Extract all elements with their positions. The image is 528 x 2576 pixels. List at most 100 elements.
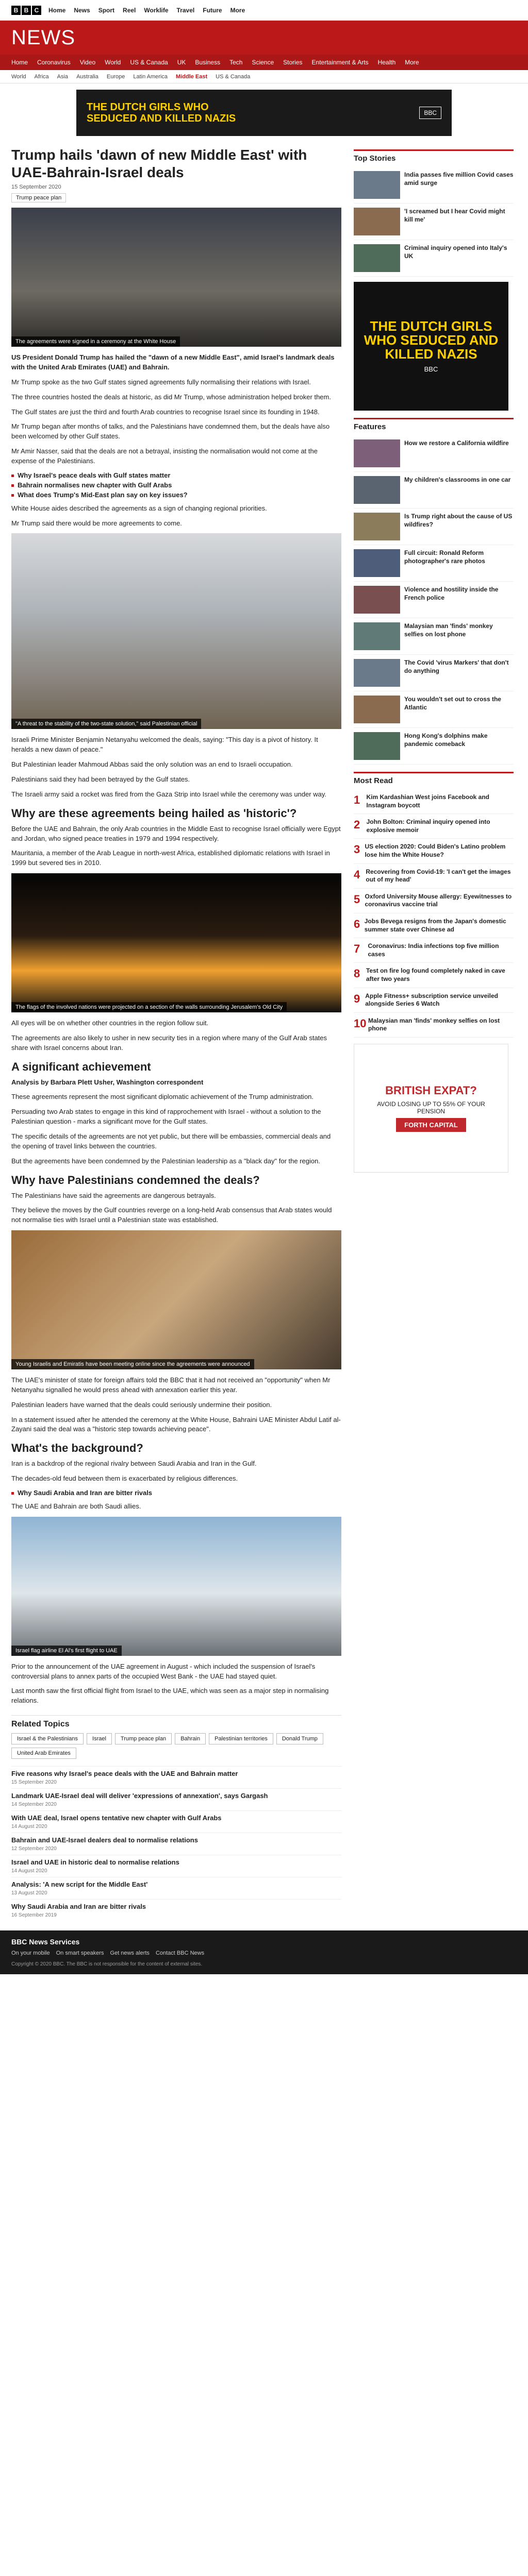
top-nav-item[interactable]: More [230, 7, 245, 14]
sub-nav-item[interactable]: Latin America [133, 74, 168, 80]
most-read-title[interactable]: Recovering from Covid-19: 'I can't get t… [366, 868, 514, 884]
section-nav-item[interactable]: Science [252, 59, 274, 66]
most-read-item[interactable]: 5 Oxford University Mouse allergy: Eyewit… [354, 889, 514, 913]
feature-title[interactable]: You wouldn't set out to cross the Atlant… [404, 696, 514, 723]
topic-tag[interactable]: United Arab Emirates [11, 1748, 76, 1759]
feature-item[interactable]: The Covid 'virus Markers' that don't do … [354, 655, 514, 691]
topic-tag[interactable]: Palestinian territories [209, 1733, 273, 1745]
related-item[interactable]: Israel and UAE in historic deal to norma… [11, 1855, 341, 1877]
most-read-item[interactable]: 7 Coronavirus: India infections top five … [354, 938, 514, 963]
most-read-title[interactable]: John Bolton: Criminal inquiry opened int… [367, 818, 514, 834]
bbc-logo[interactable]: BBC [11, 5, 41, 15]
sub-nav-item[interactable]: Asia [57, 74, 68, 80]
topic-tag[interactable]: Bahrain [175, 1733, 206, 1745]
related-item[interactable]: Five reasons why Israel's peace deals wi… [11, 1766, 341, 1788]
most-read-title[interactable]: Apple Fitness+ subscription service unve… [365, 992, 514, 1008]
sidebar-ad[interactable]: THE DUTCH GIRLS WHO SEDUCED AND KILLED N… [354, 282, 508, 411]
related-item[interactable]: Why Saudi Arabia and Iran are bitter riv… [11, 1899, 341, 1921]
top-story-title[interactable]: Criminal inquiry opened into Italy's UK [404, 244, 514, 272]
footer-link[interactable]: On smart speakers [56, 1950, 104, 1956]
top-ad-banner[interactable]: THE DUTCH GIRLS WHO SEDUCED AND KILLED N… [76, 90, 452, 136]
most-read-title[interactable]: Malaysian man 'finds' monkey selfies on … [368, 1017, 514, 1033]
feature-title[interactable]: Violence and hostility inside the French… [404, 586, 514, 614]
most-read-title[interactable]: Kim Kardashian West joins Facebook and I… [367, 793, 514, 809]
footer-link[interactable]: On your mobile [11, 1950, 50, 1956]
related-link[interactable]: Why Saudi Arabia and Iran are bitter riv… [11, 1489, 341, 1497]
feature-item[interactable]: How we restore a California wildfire [354, 435, 514, 472]
feature-title[interactable]: Is Trump right about the cause of US wil… [404, 513, 514, 540]
related-item[interactable]: With UAE deal, Israel opens tentative ne… [11, 1810, 341, 1833]
feature-item[interactable]: Is Trump right about the cause of US wil… [354, 509, 514, 545]
feature-title[interactable]: Hong Kong's dolphins make pandemic comeb… [404, 732, 514, 760]
top-story-item[interactable]: 'I screamed but I hear Covid might kill … [354, 204, 514, 240]
sub-nav-item[interactable]: Australia [76, 74, 98, 80]
top-nav-item[interactable]: Reel [123, 7, 136, 14]
feature-title[interactable]: Malaysian man 'finds' monkey selfies on … [404, 622, 514, 650]
sub-nav-item[interactable]: World [11, 74, 26, 80]
related-item-title[interactable]: Israel and UAE in historic deal to norma… [11, 1858, 341, 1866]
related-item-title[interactable]: With UAE deal, Israel opens tentative ne… [11, 1814, 341, 1822]
most-read-item[interactable]: 8 Test on fire log found completely naked… [354, 963, 514, 988]
most-read-item[interactable]: 4 Recovering from Covid-19: 'I can't get … [354, 864, 514, 889]
feature-title[interactable]: My children's classrooms in one car [404, 476, 510, 504]
sub-nav-item[interactable]: Africa [35, 74, 49, 80]
topic-tag[interactable]: Trump peace plan [11, 193, 67, 203]
related-item-title[interactable]: Landmark UAE-Israel deal will deliver 'e… [11, 1792, 341, 1800]
related-link[interactable]: What does Trump's Mid-East plan say on k… [11, 491, 341, 499]
section-nav-item[interactable]: Tech [229, 59, 242, 66]
feature-item[interactable]: Violence and hostility inside the French… [354, 582, 514, 618]
feature-title[interactable]: Full circuit: Ronald Reform photographer… [404, 549, 514, 577]
top-nav-item[interactable]: News [74, 7, 90, 14]
section-nav-item[interactable]: Business [195, 59, 220, 66]
related-link[interactable]: Bahrain normalises new chapter with Gulf… [11, 481, 341, 489]
top-nav-item[interactable]: Worklife [144, 7, 168, 14]
section-nav-item[interactable]: Stories [283, 59, 302, 66]
most-read-item[interactable]: 9 Apple Fitness+ subscription service unv… [354, 988, 514, 1013]
section-nav-item[interactable]: World [105, 59, 121, 66]
related-item-title[interactable]: Five reasons why Israel's peace deals wi… [11, 1770, 341, 1777]
sub-nav-item[interactable]: US & Canada [216, 74, 250, 80]
top-story-title[interactable]: India passes five million Covid cases am… [404, 171, 514, 199]
sub-nav-item[interactable]: Middle East [176, 74, 207, 80]
section-nav-item[interactable]: US & Canada [130, 59, 168, 66]
related-item[interactable]: Bahrain and UAE-Israel dealers deal to n… [11, 1833, 341, 1855]
most-read-title[interactable]: Coronavirus: India infections top five m… [368, 942, 514, 958]
most-read-item[interactable]: 10 Malaysian man 'finds' monkey selfies o… [354, 1013, 514, 1038]
footer-link[interactable]: Contact BBC News [156, 1950, 204, 1956]
section-nav-item[interactable]: Video [80, 59, 95, 66]
top-nav-item[interactable]: Home [48, 7, 65, 14]
related-item[interactable]: Landmark UAE-Israel deal will deliver 'e… [11, 1788, 341, 1810]
top-story-item[interactable]: India passes five million Covid cases am… [354, 167, 514, 204]
top-nav-item[interactable]: Sport [98, 7, 114, 14]
section-nav-item[interactable]: Health [378, 59, 396, 66]
feature-item[interactable]: My children's classrooms in one car [354, 472, 514, 509]
section-nav-item[interactable]: Entertainment & Arts [312, 59, 369, 66]
most-read-title[interactable]: Oxford University Mouse allergy: Eyewitn… [365, 893, 514, 909]
most-read-title[interactable]: Jobs Bevega resigns from the Japan's dom… [365, 918, 514, 934]
feature-item[interactable]: Full circuit: Ronald Reform photographer… [354, 545, 514, 582]
section-nav-item[interactable]: Coronavirus [37, 59, 71, 66]
top-nav-item[interactable]: Travel [177, 7, 195, 14]
related-item[interactable]: Analysis: 'A new script for the Middle E… [11, 1877, 341, 1899]
section-nav-item[interactable]: UK [177, 59, 186, 66]
most-read-item[interactable]: 3 US election 2020: Could Biden's Latino … [354, 839, 514, 864]
footer-link[interactable]: Get news alerts [110, 1950, 150, 1956]
related-link[interactable]: Why Israel's peace deals with Gulf state… [11, 471, 341, 479]
topic-tag[interactable]: Israel & the Palestinians [11, 1733, 84, 1745]
most-read-item[interactable]: 2 John Bolton: Criminal inquiry opened in… [354, 814, 514, 839]
top-story-item[interactable]: Criminal inquiry opened into Italy's UK [354, 240, 514, 277]
related-item-title[interactable]: Bahrain and UAE-Israel dealers deal to n… [11, 1836, 341, 1844]
related-item-title[interactable]: Why Saudi Arabia and Iran are bitter riv… [11, 1903, 341, 1910]
top-story-title[interactable]: 'I screamed but I hear Covid might kill … [404, 208, 514, 235]
most-read-title[interactable]: US election 2020: Could Biden's Latino p… [365, 843, 514, 859]
most-read-item[interactable]: 6 Jobs Bevega resigns from the Japan's do… [354, 913, 514, 939]
feature-item[interactable]: Hong Kong's dolphins make pandemic comeb… [354, 728, 514, 765]
expat-ad[interactable]: BRITISH EXPAT? AVOID LOSING UP TO 55% OF… [354, 1043, 508, 1173]
related-item-title[interactable]: Analysis: 'A new script for the Middle E… [11, 1880, 341, 1888]
topic-tag[interactable]: Israel [87, 1733, 112, 1745]
feature-title[interactable]: The Covid 'virus Markers' that don't do … [404, 659, 514, 687]
section-nav-item[interactable]: Home [11, 59, 28, 66]
section-nav-item[interactable]: More [405, 59, 419, 66]
feature-title[interactable]: How we restore a California wildfire [404, 439, 509, 467]
news-brand[interactable]: NEWS [11, 26, 75, 49]
